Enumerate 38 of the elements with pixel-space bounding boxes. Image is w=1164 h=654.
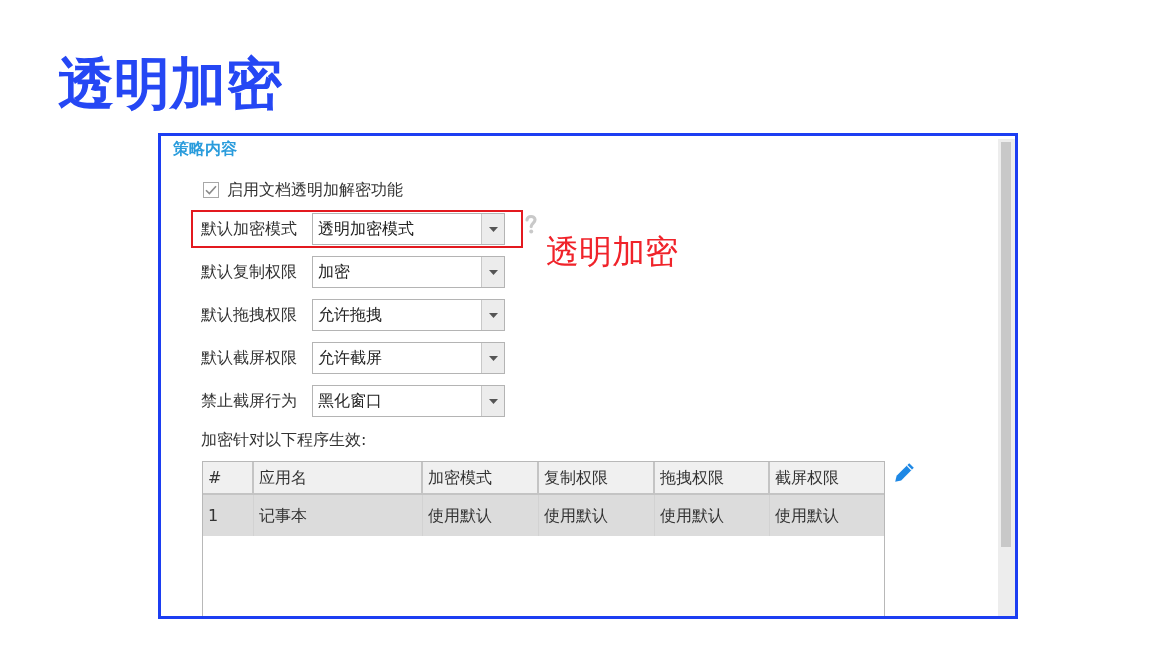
caret-icon xyxy=(488,269,498,275)
checkbox-label: 启用文档透明加解密功能 xyxy=(227,180,403,200)
column-header[interactable]: 拖拽权限 xyxy=(654,462,769,494)
slide-title: 透明加密 xyxy=(58,56,282,112)
help-icon[interactable] xyxy=(525,214,537,234)
dropdown[interactable]: 允许截屏 xyxy=(312,342,505,374)
dropdown[interactable]: 黑化窗口 xyxy=(312,385,505,417)
column-header[interactable]: 加密模式 xyxy=(422,462,538,494)
table-cell: 使用默认 xyxy=(654,494,769,536)
pencil-icon[interactable] xyxy=(894,462,915,483)
caret-icon xyxy=(488,355,498,361)
table-cell: 使用默认 xyxy=(422,494,538,536)
checkbox[interactable] xyxy=(203,182,219,198)
section-title: 策略内容 xyxy=(173,139,237,159)
setting-label: 默认拖拽权限 xyxy=(201,305,298,325)
annotation-text: 透明加密 xyxy=(546,234,678,270)
table-cell: 使用默认 xyxy=(769,494,884,536)
table-row[interactable]: 1 记事本 使用默认 使用默认 使用默认 使用默认 xyxy=(203,494,884,536)
setting-label: 默认复制权限 xyxy=(201,262,298,282)
column-header[interactable]: 应用名 xyxy=(253,462,422,494)
setting-label: 默认加密模式 xyxy=(201,219,298,239)
caret-icon xyxy=(488,226,498,232)
table-cell: 使用默认 xyxy=(538,494,654,536)
caret-icon xyxy=(488,312,498,318)
column-header[interactable]: 复制权限 xyxy=(538,462,654,494)
dropdown[interactable]: 加密 xyxy=(312,256,505,288)
caret-icon xyxy=(488,398,498,404)
table-caption: 加密针对以下程序生效: xyxy=(201,430,367,450)
scrollbar[interactable] xyxy=(998,139,1015,616)
setting-label: 默认截屏权限 xyxy=(201,348,298,368)
setting-label: 禁止截屏行为 xyxy=(201,391,298,411)
table-cell: 记事本 xyxy=(253,494,422,536)
scrollbar-thumb[interactable] xyxy=(1001,142,1011,547)
column-header[interactable]: # xyxy=(203,462,253,494)
dropdown[interactable]: 允许拖拽 xyxy=(312,299,505,331)
column-header[interactable]: 截屏权限 xyxy=(769,462,884,494)
table-cell: 1 xyxy=(203,494,253,536)
dropdown[interactable]: 透明加密模式 xyxy=(312,213,505,245)
